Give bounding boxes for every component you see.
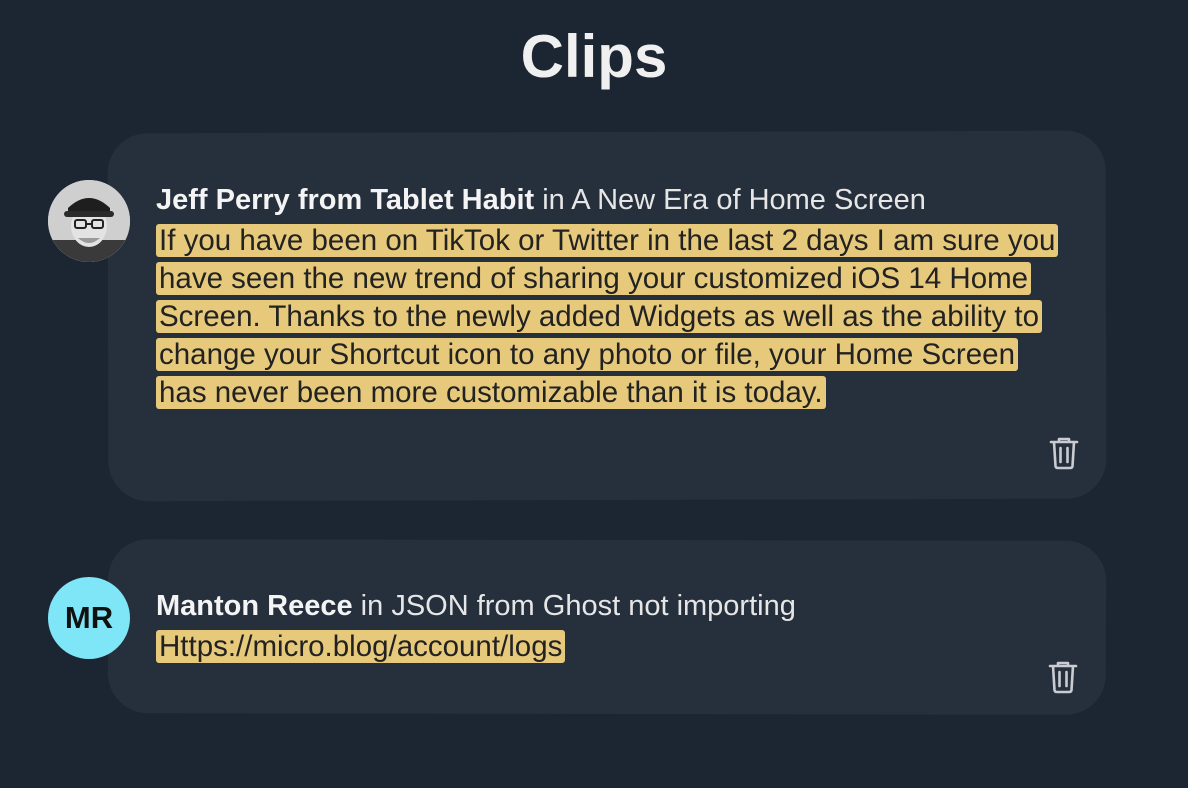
page-title: Clips (520, 23, 668, 90)
avatar[interactable]: MR (48, 577, 130, 659)
delete-clip-button[interactable] (1047, 660, 1079, 694)
clip-highlight: If you have been on TikTok or Twitter in… (156, 224, 1059, 409)
clip-connector: in (542, 184, 565, 216)
clip-byline: Manton Reece in JSON from Ghost not impo… (156, 586, 1066, 626)
clip-byline: Jeff Perry from Tablet Habit in A New Er… (156, 180, 1066, 220)
trash-icon (1048, 661, 1078, 694)
clip-connector: in (360, 590, 384, 622)
delete-clip-button[interactable] (1048, 436, 1080, 470)
clip-quote: If you have been on TikTok or Twitter in… (156, 222, 1061, 412)
clip-author[interactable]: Jeff Perry from Tablet Habit (156, 184, 534, 216)
clip-quote: Https://micro.blog/account/logs (156, 628, 1066, 666)
clip-content: Jeff Perry from Tablet Habit in A New Er… (156, 180, 1066, 412)
avatar[interactable] (48, 180, 130, 262)
trash-icon (1049, 437, 1079, 470)
clip-content: Manton Reece in JSON from Ghost not impo… (156, 586, 1066, 666)
user-photo-icon (48, 180, 130, 262)
clip-highlight[interactable]: Https://micro.blog/account/logs (156, 630, 566, 663)
clip-author[interactable]: Manton Reece (156, 590, 353, 622)
clip-post-title[interactable]: JSON from Ghost not importing (391, 590, 796, 622)
clip-post-title[interactable]: A New Era of Home Screen (571, 184, 926, 216)
